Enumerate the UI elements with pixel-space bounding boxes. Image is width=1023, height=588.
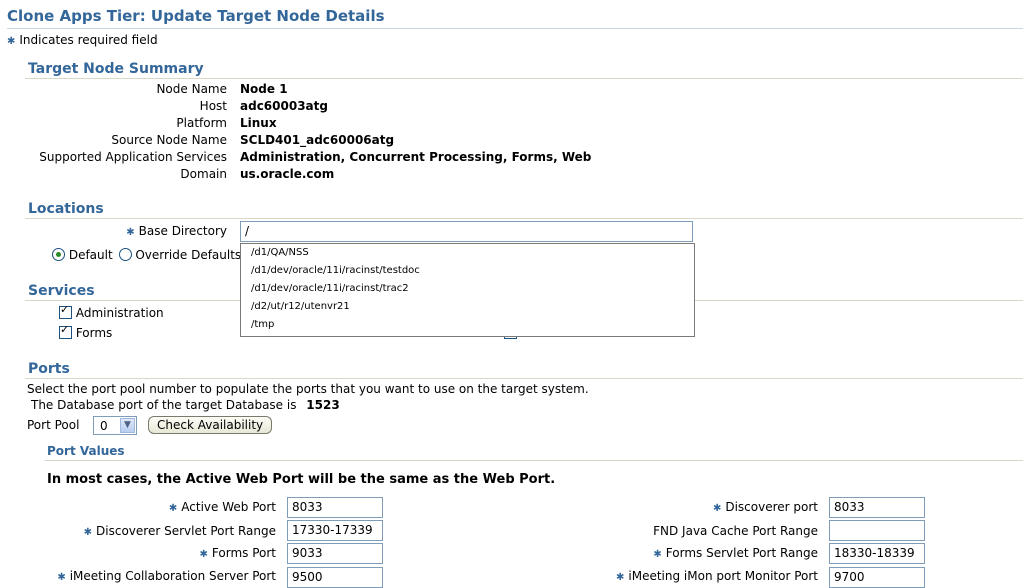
title-divider bbox=[7, 28, 1023, 29]
required-note-text: Indicates required field bbox=[19, 33, 158, 47]
summary-value: Administration, Concurrent Processing, F… bbox=[240, 150, 592, 164]
summary-label: Domain bbox=[180, 167, 227, 181]
radio-default-label: Default bbox=[68, 248, 113, 262]
imeeting-collab-port-input[interactable]: 9500 bbox=[287, 567, 383, 588]
service-administration: Administration bbox=[59, 303, 164, 320]
ports-divider bbox=[25, 378, 1023, 379]
base-directory-input[interactable]: / bbox=[240, 221, 693, 242]
radio-override[interactable] bbox=[118, 248, 132, 261]
base-directory-label: ✱ Base Directory bbox=[126, 224, 227, 238]
summary-value: SCLD401_adc60006atg bbox=[240, 133, 395, 147]
suggestion-item[interactable]: /d1/dev/oracle/11i/racinst/trac2 bbox=[241, 280, 694, 298]
service-forms: Forms bbox=[59, 323, 113, 340]
chevron-down-icon[interactable]: ▼ bbox=[120, 418, 135, 433]
summary-label: Platform bbox=[176, 116, 227, 130]
port-label: ✱ iMeeting Collaboration Server Port bbox=[57, 569, 276, 583]
required-star-icon: ✱ bbox=[199, 549, 208, 560]
services-title: Services bbox=[28, 283, 95, 299]
forms-servlet-port-range-input[interactable]: 18330-18339 bbox=[829, 543, 925, 564]
service-label: Administration bbox=[75, 306, 164, 320]
summary-label: Node Name bbox=[156, 82, 227, 96]
required-star-icon: ✱ bbox=[616, 572, 625, 583]
summary-value: us.oracle.com bbox=[240, 167, 335, 181]
summary-divider bbox=[25, 78, 1023, 79]
port-pool-value: 0 bbox=[100, 419, 108, 433]
port-label: ✱ Active Web Port bbox=[168, 500, 276, 514]
base-directory-suggestions: /d1/QA/NSS /d1/dev/oracle/11i/racinst/te… bbox=[240, 243, 695, 337]
port-label: FND Java Cache Port Range bbox=[653, 524, 818, 538]
check-availability-button[interactable]: Check Availability bbox=[148, 416, 273, 434]
port-values-note: In most cases, the Active Web Port will … bbox=[47, 472, 556, 487]
discoverer-port-input[interactable]: 8033 bbox=[829, 497, 925, 518]
suggestion-item[interactable]: /d2/ut/r12/utenvr21 bbox=[241, 298, 694, 316]
summary-label: Source Node Name bbox=[111, 133, 227, 147]
required-star-icon: ✱ bbox=[168, 503, 178, 514]
radio-default[interactable] bbox=[52, 248, 65, 261]
suggestion-item[interactable]: /d1/dev/oracle/11i/racinst/testdoc bbox=[241, 262, 694, 280]
required-star-icon: ✱ bbox=[712, 503, 722, 514]
summary-value: Node 1 bbox=[240, 82, 288, 96]
db-port-value: 1523 bbox=[306, 398, 340, 412]
summary-value: adc60003atg bbox=[240, 99, 328, 113]
required-note: ✱ Indicates required field bbox=[7, 33, 158, 47]
radio-group-defaults: Default Override Defaults bbox=[52, 248, 241, 262]
service-label: Forms bbox=[75, 326, 113, 340]
forms-port-input[interactable]: 9033 bbox=[287, 543, 383, 564]
port-values-title: Port Values bbox=[47, 444, 125, 458]
required-star-icon: ✱ bbox=[126, 227, 135, 238]
port-label: ✱ iMeeting iMon port Monitor Port bbox=[616, 569, 818, 583]
ports-title: Ports bbox=[28, 361, 70, 377]
db-port-text: The Database port of the target Database… bbox=[31, 398, 297, 412]
active-web-port-input[interactable]: 8033 bbox=[287, 497, 383, 518]
imeeting-imon-port-input[interactable]: 9700 bbox=[829, 567, 925, 588]
required-star-icon: ✱ bbox=[7, 36, 16, 47]
summary-label: Host bbox=[199, 99, 227, 113]
summary-label: Supported Application Services bbox=[39, 150, 227, 164]
required-star-icon: ✱ bbox=[653, 549, 662, 560]
checkbox-administration[interactable] bbox=[59, 303, 72, 319]
port-label: ✱ Forms Port bbox=[199, 546, 276, 560]
db-port-line: The Database port of the target Database… bbox=[31, 398, 340, 412]
radio-override-label: Override Defaults bbox=[135, 248, 242, 262]
locations-divider bbox=[25, 218, 1023, 219]
port-label: ✱ Forms Servlet Port Range bbox=[653, 546, 818, 560]
ports-instruction: Select the port pool number to populate … bbox=[27, 382, 589, 396]
locations-title: Locations bbox=[28, 201, 104, 217]
page-title: Clone Apps Tier: Update Target Node Deta… bbox=[7, 7, 385, 25]
port-values-divider bbox=[45, 460, 1023, 461]
suggestion-item[interactable]: /tmp bbox=[241, 316, 694, 334]
required-star-icon: ✱ bbox=[57, 572, 66, 583]
summary-title: Target Node Summary bbox=[28, 61, 204, 77]
port-label: ✱ Discoverer port bbox=[712, 500, 818, 514]
discoverer-servlet-port-range-input[interactable]: 17330-17339 bbox=[287, 520, 383, 541]
checkbox-forms[interactable] bbox=[59, 323, 72, 339]
port-label: ✱ Discoverer Servlet Port Range bbox=[83, 524, 276, 538]
summary-value: Linux bbox=[240, 116, 277, 130]
suggestion-item[interactable]: /d1/QA/NSS bbox=[241, 244, 694, 262]
fnd-java-cache-port-range-input[interactable] bbox=[829, 520, 925, 541]
port-pool-select[interactable]: 0 ▼ bbox=[93, 416, 137, 435]
required-star-icon: ✱ bbox=[83, 527, 93, 538]
port-pool-label: Port Pool bbox=[27, 418, 80, 432]
